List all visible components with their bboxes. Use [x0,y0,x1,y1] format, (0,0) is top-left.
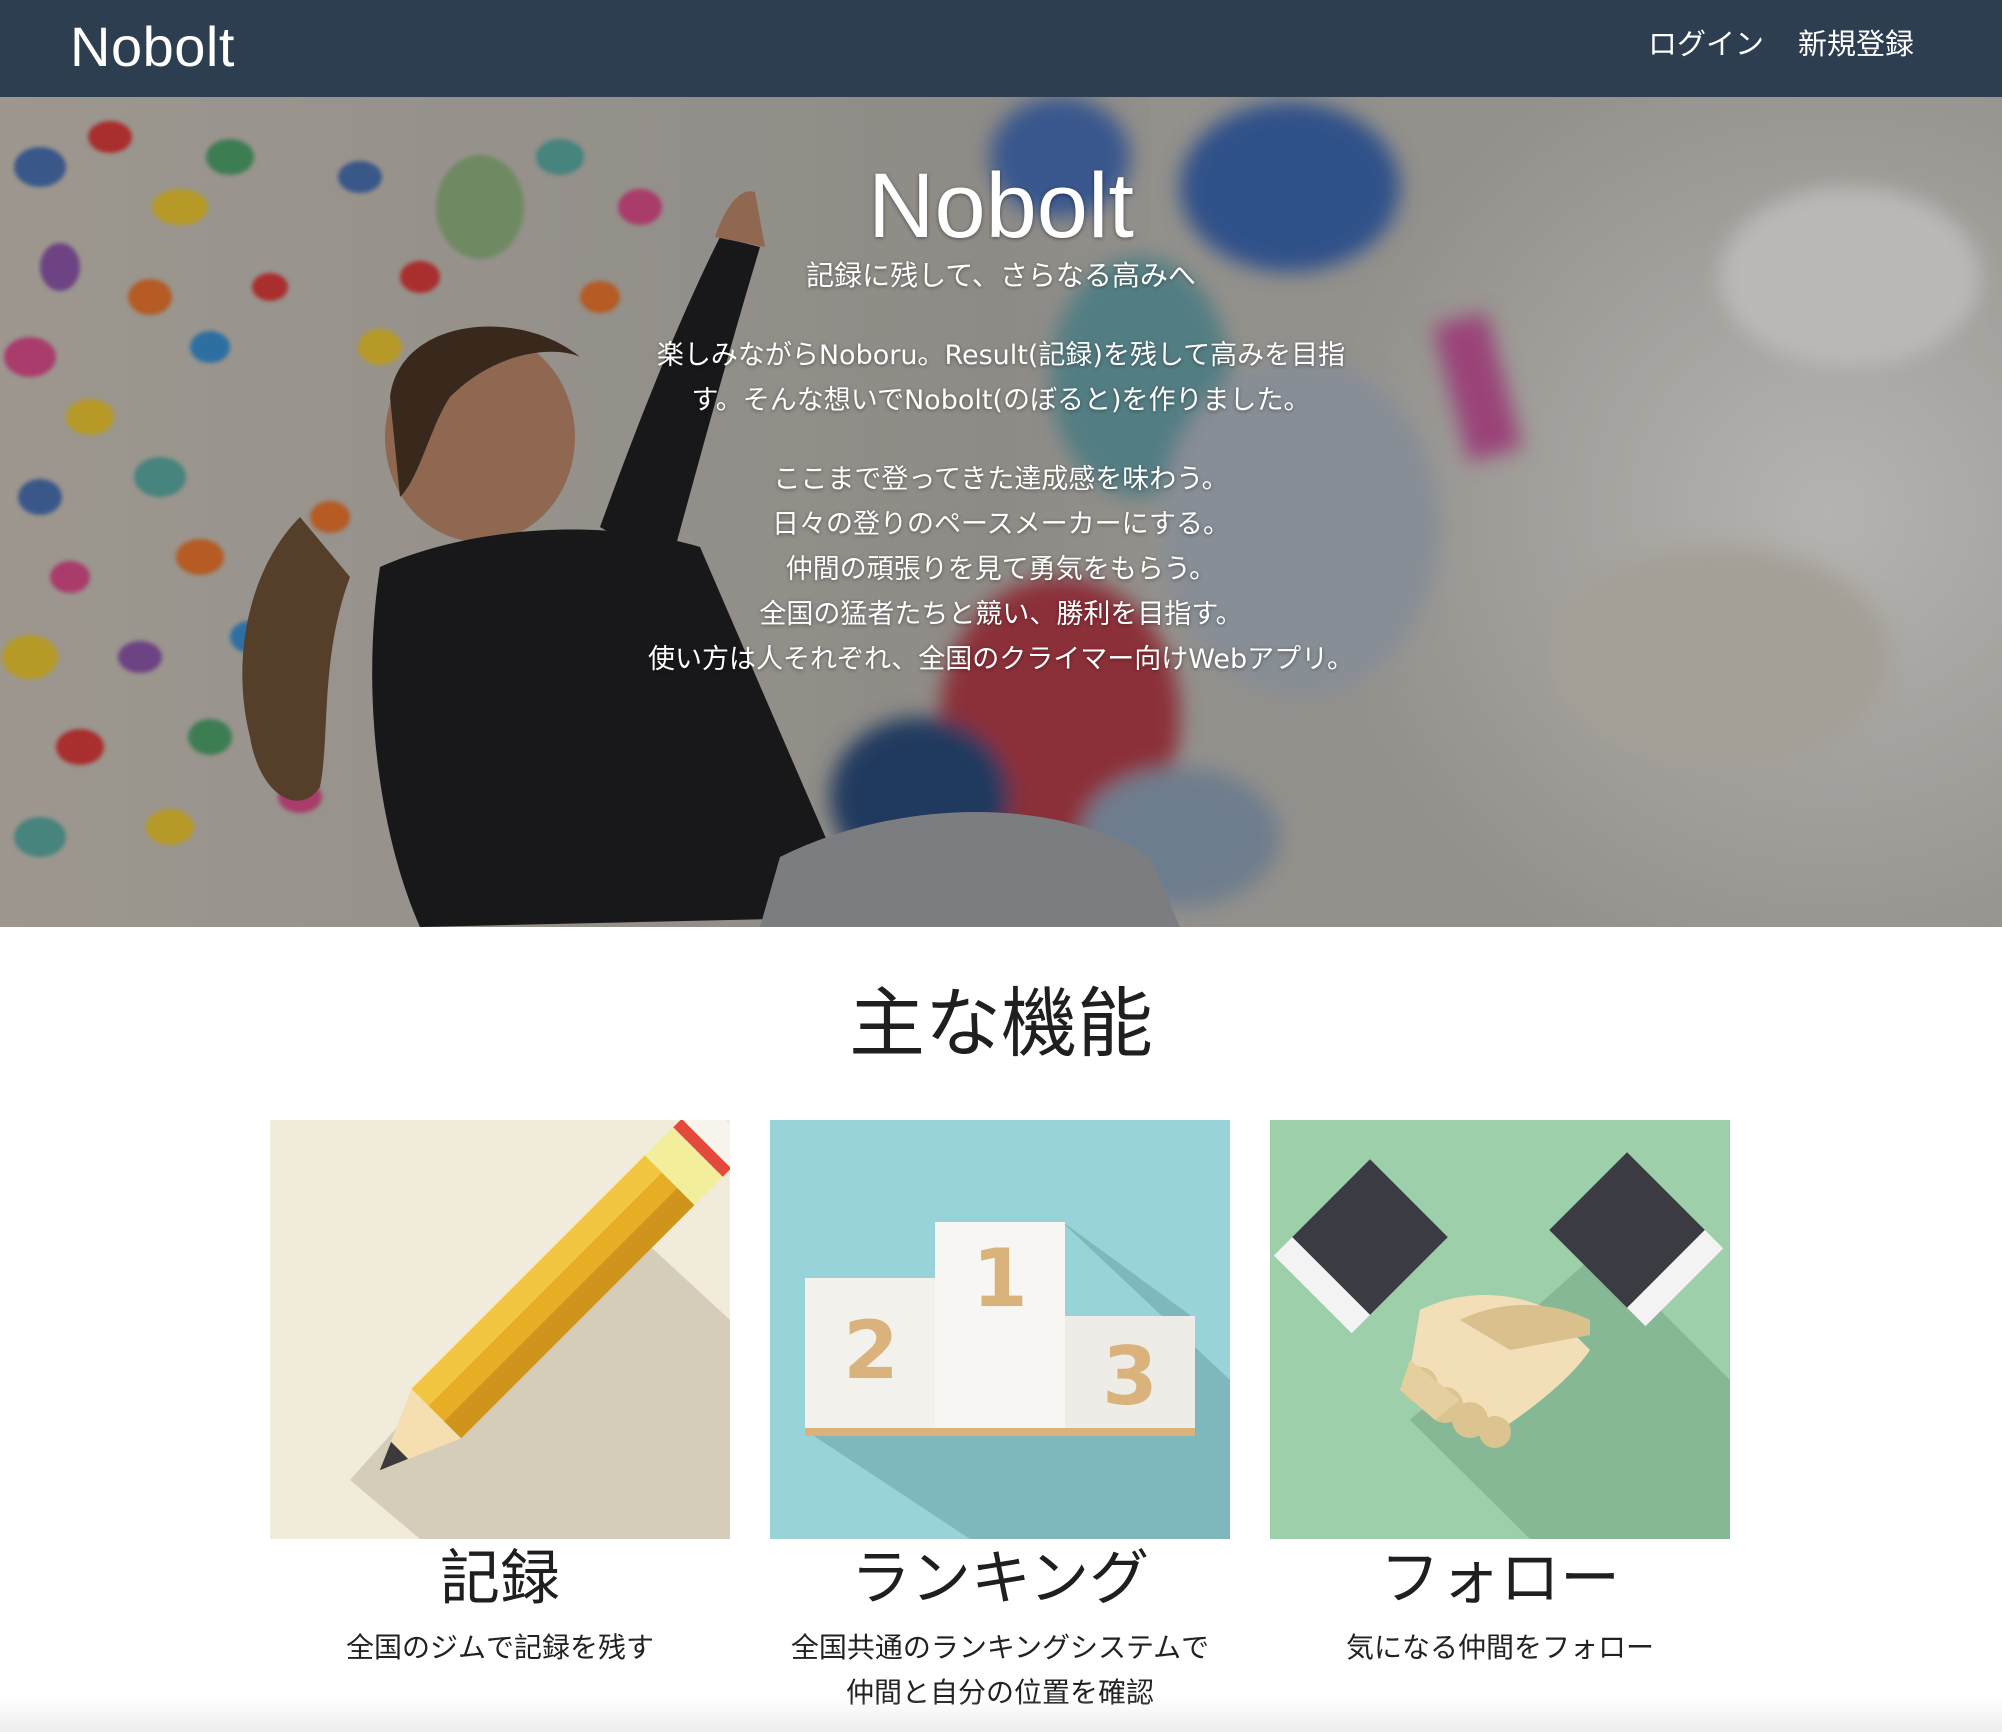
handshake-icon [1270,1120,1730,1539]
feature-title: ランキング [850,1544,1150,1614]
feature-description: 気になる仲間をフォロー [1270,1625,1730,1670]
feature-description-line: 全国共通のランキングシステムで [790,1631,1210,1664]
nav-links: ログイン 新規登録 [1648,24,1914,64]
hero-usage-line: 仲間の頑張りを見て勇気をもらう。 [785,554,1217,585]
podium-icon: 2 1 3 [770,1120,1230,1539]
bottom-fade [0,1698,2002,1732]
podium-label-1: 1 [972,1232,1028,1325]
hero-intro-paragraph: 楽しみながらNoboru。Result(記録)を残して高みを目指 す。そんな想い… [0,333,2002,423]
hero-usage-line: ここまで登ってきた達成感を味わう。 [773,464,1229,495]
hero-usage-line: 日々の登りのペースメーカーにする。 [772,509,1230,540]
hero-usage-paragraph: ここまで登ってきた達成感を味わう。 日々の登りのペースメーカーにする。 仲間の頑… [0,457,2002,682]
feature-card-ranking: 2 1 3 ランキング 全国共通のランキングシステムで 仲間と自分の位置を確認 [770,1120,1230,1715]
podium-label-3: 3 [1102,1330,1158,1423]
pencil-icon [270,1120,730,1539]
feature-card-record: 記録 全国のジムで記録を残す [270,1120,730,1670]
brand-logo[interactable]: Nobolt [70,12,235,82]
feature-title: フォロー [1380,1544,1620,1614]
feature-title: 記録 [440,1544,560,1614]
signup-link[interactable]: 新規登録 [1798,24,1914,64]
feature-description-line: 全国のジムで記録を残す [345,1631,654,1664]
feature-description-line: 気になる仲間をフォロー [1345,1631,1654,1664]
hero-section: Nobolt 記録に残して、さらなる高みへ 楽しみながらNoboru。Resul… [0,97,2002,927]
login-link[interactable]: ログイン [1648,24,1764,64]
podium-label-2: 2 [843,1304,899,1397]
hero-subtitle: 記録に残して、さらなる高みへ [806,259,1196,292]
hero-intro-line: す。そんな想いでNobolt(のぼると)を作りました。 [691,385,1311,416]
hero-intro-line: 楽しみながらNoboru。Result(記録)を残して高みを目指 [656,340,1346,371]
hero-usage-line: 使い方は人それぞれ、全国のクライマー向けWebアプリ。 [647,644,1355,675]
hero-usage-line: 全国の猛者たちと競い、勝利を目指す。 [759,599,1243,630]
feature-card-follow: フォロー 気になる仲間をフォロー [1270,1120,1730,1670]
navbar: Nobolt ログイン 新規登録 [0,0,2002,97]
hero-title: Nobolt [868,155,1134,257]
features-heading: 主な機能 [849,979,1153,1068]
feature-description: 全国のジムで記録を残す [270,1625,730,1670]
